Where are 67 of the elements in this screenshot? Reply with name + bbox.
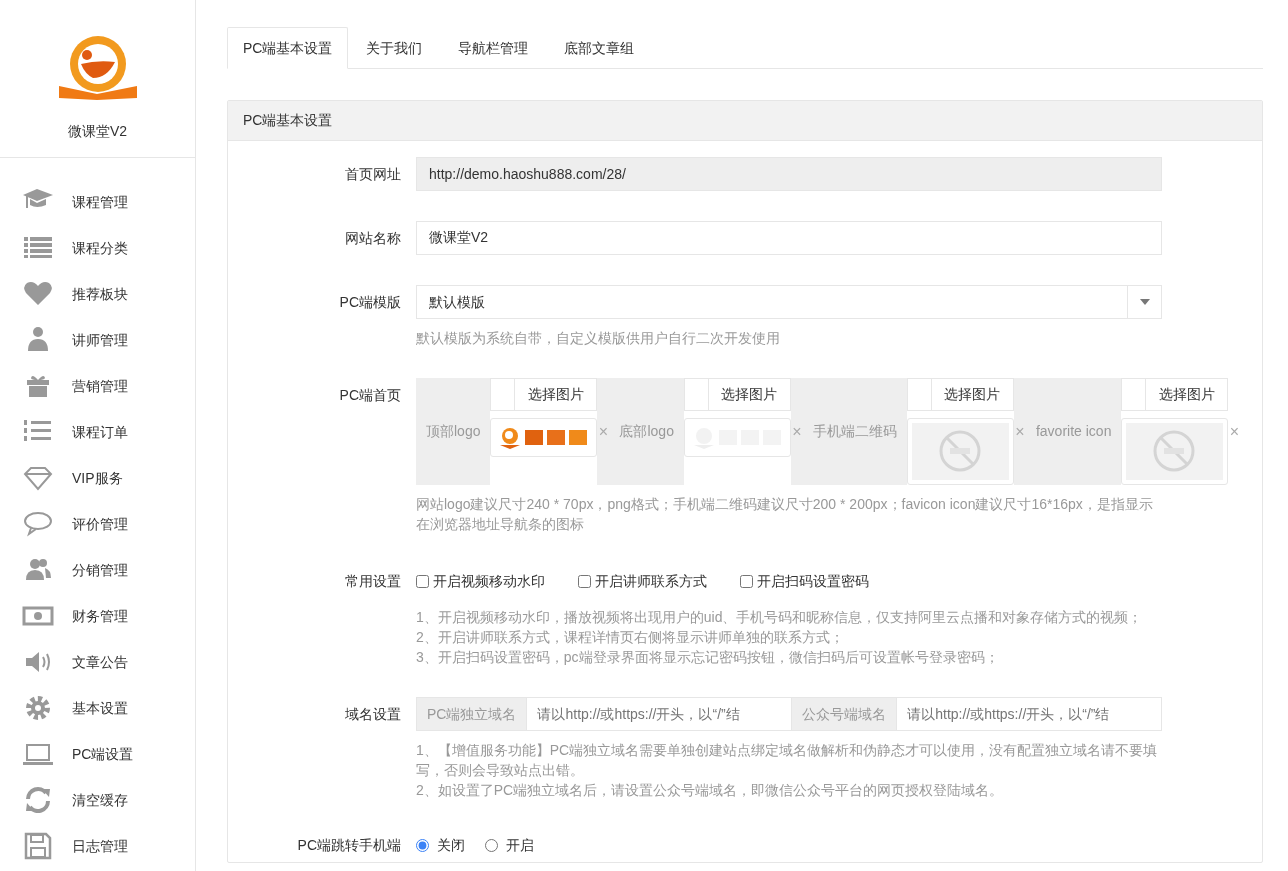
input-field[interactable] [906,378,932,411]
image-label: 底部logo [609,378,684,485]
tab[interactable]: 底部文章组 [546,27,653,69]
sidebar-item[interactable]: PC端设置 [72,743,134,765]
select-image-button[interactable]: 选择图片 [515,378,598,411]
select-image-button[interactable]: 选择图片 [708,378,791,411]
help-text: 3、开启扫码设置密码，pc端登录界面将显示忘记密码按钮，微信扫码后可设置帐号登录密码； [416,648,1000,667]
sidebar-item[interactable]: 分销管理 [72,559,128,581]
field-label: PC端跳转手机端 [296,836,401,855]
panel-title: PC端基本设置 [228,101,1262,141]
radio-button[interactable] [416,838,429,852]
input-addon: 公众号端域名 [792,697,898,731]
checkbox[interactable] [578,574,591,588]
sidebar-item[interactable]: VIP服务 [72,467,123,489]
field-label: 域名设置 [344,705,401,724]
input-addon: PC端独立域名 [416,697,528,731]
checkbox-label: 开启讲师联系方式 [595,571,707,591]
checkbox[interactable] [740,574,753,588]
field-label: PC端首页 [338,386,401,405]
help-text: 网站logo建议尺寸240 * 70px，png格式；手机端二维码建议尺寸200 * 200px；favicon icon建议尺寸16*16px，是指显示在浏览器地址导航条的图标 [416,495,1154,534]
sidebar-item[interactable]: 财务管理 [72,605,128,627]
help-text: 1、【增值服务功能】PC端独立域名需要单独创建站点绑定域名做解析和伪静态才可以使用，没有配置独立域名请不要填写，否则会导致站点出错。 [416,741,1159,780]
select-value: 默认模版 [428,292,486,312]
tab[interactable]: 关于我们 [348,27,441,69]
field-label: 网站名称 [344,229,401,248]
radio-label: 关闭 [437,835,465,855]
sidebar-item[interactable]: 推荐板块 [72,283,128,305]
sidebar-item[interactable]: 讲师管理 [72,329,128,351]
select-image-button[interactable]: 选择图片 [931,378,1014,411]
sidebar-item[interactable]: 日志管理 [72,835,128,857]
tab[interactable]: PC端基本设置 [227,27,349,69]
domain-field[interactable]: 请以http://或https://开头，以“/”结 [527,697,793,731]
sidebar-item[interactable]: 课程订单 [72,421,128,443]
logo-icon [56,34,139,100]
image-label: 手机端二维码 [802,378,907,485]
checkbox-label: 开启扫码设置密码 [757,571,869,591]
input-field[interactable] [490,378,516,411]
help-text: 2、开启讲师联系方式，课程详情页右侧将显示讲师单独的联系方式； [416,628,845,647]
domain-field[interactable]: 请以http://或https://开头，以“/”结 [897,697,1162,731]
sidebar-item[interactable]: 营销管理 [72,375,128,397]
select-image-button[interactable]: 选择图片 [1146,378,1229,411]
input-field[interactable]: 微课堂V2 [416,221,1162,255]
tab[interactable]: 导航栏管理 [440,27,547,69]
sidebar-item[interactable]: 文章公告 [72,651,128,673]
url-field[interactable]: http://demo.haoshu888.com/28/ [416,157,1162,191]
help-text: 默认模版为系统自带，自定义模版供用户自行二次开发使用 [416,329,781,348]
sidebar-item[interactable]: 课程管理 [72,191,128,213]
caret-icon [1139,299,1150,305]
checkbox-label: 开启视频移动水印 [433,571,545,591]
field-label: 首页网址 [344,165,401,184]
help-text: 2、如设置了PC端独立域名后，请设置公众号端域名，即微信公众号平台的网页授权登陆域名。 [416,781,1005,800]
select-field[interactable]: 默认模版 [416,285,1162,319]
sidebar-item[interactable]: 清空缓存 [72,789,128,811]
brand-name: 微课堂V2 [67,122,128,141]
field-label: PC端模版 [338,293,401,312]
help-text: 1、开启视频移动水印，播放视频将出现用户的uid、手机号码和昵称信息，仅支持阿里云点播和对象存储方式的视频； [416,608,1144,627]
sidebar-item[interactable]: 评价管理 [72,513,128,535]
image-label: 顶部logo [416,378,491,485]
sidebar-item[interactable]: 课程分类 [72,237,128,259]
sidebar-item[interactable]: 基本设置 [72,697,128,719]
image-label: favorite icon [1025,378,1122,485]
input-field[interactable] [683,378,709,411]
field-label: 常用设置 [344,572,401,591]
checkbox[interactable] [416,574,429,588]
input-field[interactable] [1121,378,1147,411]
radio-label: 开启 [506,835,534,855]
radio-button[interactable] [485,838,498,852]
